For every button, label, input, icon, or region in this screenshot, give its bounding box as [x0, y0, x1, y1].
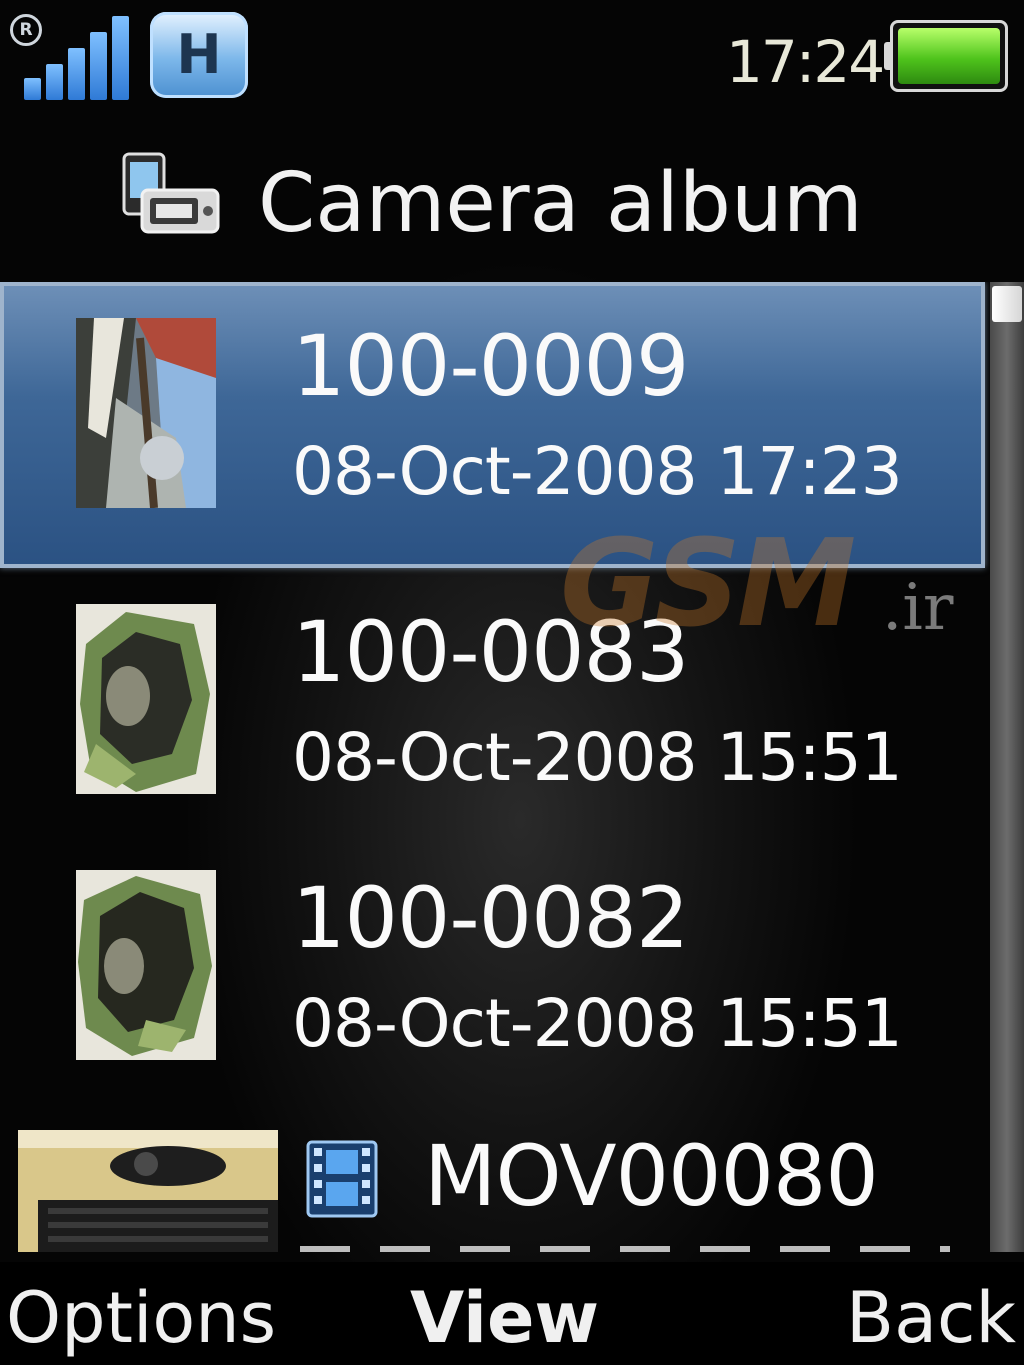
- network-type-label: H: [176, 23, 222, 86]
- phone-screen: R H 17:24 Camera album 100-0009 08-Oct-2…: [0, 0, 1024, 1365]
- item-date: 08-Oct-2008 15:51: [292, 985, 903, 1062]
- list-item[interactable]: 100-0009 08-Oct-2008 17:23: [0, 282, 985, 568]
- status-time: 17:24: [726, 28, 885, 96]
- status-bar: R H 17:24: [0, 0, 1024, 110]
- page-title: Camera album: [258, 156, 863, 251]
- item-date: 08-Oct-2008 17:23: [292, 433, 903, 510]
- view-softkey[interactable]: View: [410, 1276, 599, 1360]
- photo-thumbnail: [76, 318, 216, 508]
- item-date: 08-Oct-2008 15:51: [292, 719, 903, 796]
- scrollbar[interactable]: [990, 282, 1024, 1252]
- file-list[interactable]: 100-0009 08-Oct-2008 17:23 100-0083 08-O…: [0, 282, 990, 1252]
- item-name: 100-0009: [292, 317, 689, 415]
- list-item[interactable]: 100-0083 08-Oct-2008 15:51: [0, 568, 985, 854]
- item-name: 100-0082: [292, 869, 689, 967]
- title-bar: Camera album: [0, 140, 1024, 260]
- list-item[interactable]: 100-0082 08-Oct-2008 15:51: [0, 834, 985, 1120]
- scrollbar-thumb[interactable]: [992, 286, 1022, 322]
- item-name: 100-0083: [292, 603, 689, 701]
- signal-strength-icon: R: [10, 14, 130, 100]
- battery-level-fill: [898, 28, 1000, 84]
- roaming-icon: R: [10, 14, 42, 46]
- item-name: MOV00080: [424, 1127, 879, 1225]
- video-thumbnail: [18, 1130, 278, 1252]
- back-softkey[interactable]: Back: [846, 1276, 1016, 1360]
- photo-thumbnail: [76, 604, 216, 794]
- softkey-bar: Options View Back: [0, 1262, 1024, 1365]
- item-date-cropped: [300, 1246, 950, 1252]
- list-item[interactable]: MOV00080: [0, 1122, 985, 1252]
- battery-icon: [884, 20, 1014, 94]
- options-softkey[interactable]: Options: [6, 1276, 276, 1360]
- video-file-icon: [306, 1140, 378, 1218]
- camera-album-icon: [118, 150, 222, 242]
- hsdpa-icon: H: [150, 12, 248, 98]
- photo-thumbnail: [76, 870, 216, 1060]
